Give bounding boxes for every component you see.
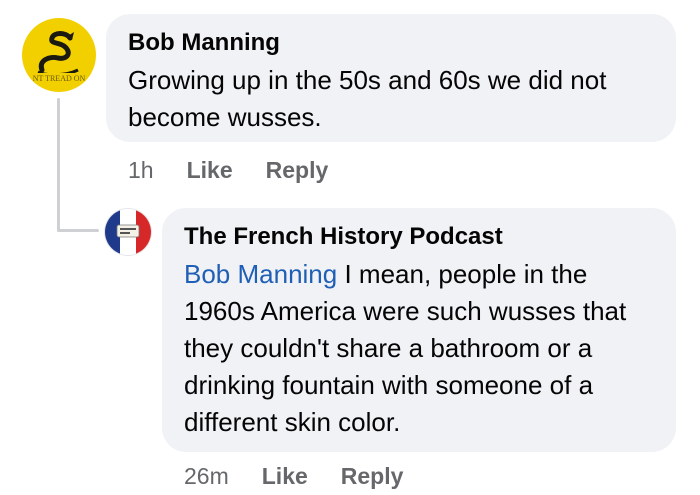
reply-button[interactable]: Reply — [341, 463, 404, 490]
avatar-bob-manning[interactable]: NT TREAD ON — [22, 18, 96, 92]
french-flag-icon — [105, 209, 151, 255]
comment-actions: 1h Like Reply — [128, 157, 361, 184]
mention-link[interactable]: Bob Manning — [184, 259, 337, 289]
avatar-french-history-podcast[interactable] — [104, 208, 152, 256]
gadsden-flag-icon: NT TREAD ON — [22, 18, 96, 92]
like-button[interactable]: Like — [262, 463, 308, 490]
thread-connector-horizontal — [57, 229, 99, 232]
comment-text: Growing up in the 50s and 60s we did not… — [128, 65, 607, 132]
like-button[interactable]: Like — [187, 157, 233, 184]
comment-author[interactable]: Bob Manning — [128, 28, 280, 58]
reply-timestamp[interactable]: 26m — [184, 463, 229, 490]
avatar-motto: NT TREAD ON — [33, 74, 86, 83]
reply-button[interactable]: Reply — [266, 157, 329, 184]
comment-timestamp[interactable]: 1h — [128, 157, 154, 184]
reply-text: Bob Manning I mean, people in the 1960s … — [184, 256, 664, 441]
reply-actions: 26m Like Reply — [184, 463, 436, 490]
reply-author[interactable]: The French History Podcast — [184, 222, 503, 252]
thread-connector-vertical — [57, 98, 60, 231]
